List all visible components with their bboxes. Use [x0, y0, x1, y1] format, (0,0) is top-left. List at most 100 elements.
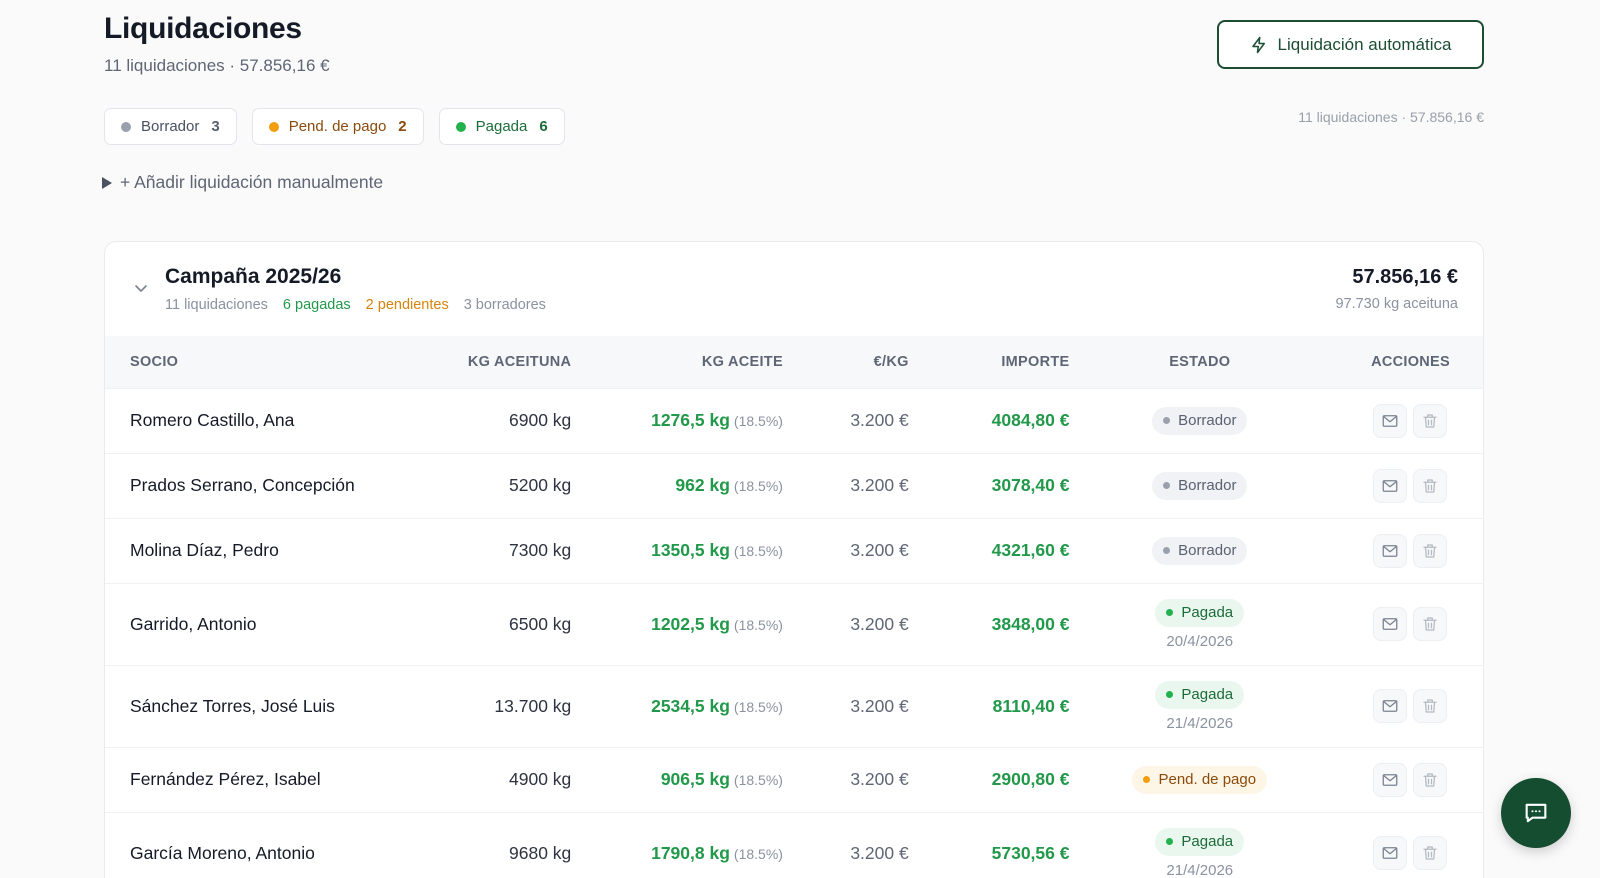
col-importe[interactable]: IMPORTE — [908, 336, 1070, 388]
cell-estado: Pagada 21/4/2026 — [1069, 664, 1331, 747]
yield-percent: (18.5%) — [733, 543, 783, 559]
status-dot — [268, 121, 279, 132]
cell-acciones — [1330, 452, 1483, 518]
triangle-right-icon — [102, 176, 112, 189]
send-email-button[interactable] — [1373, 689, 1407, 723]
mail-icon — [1381, 542, 1399, 560]
cell-estado: Borrador — [1069, 452, 1331, 518]
cell-acciones — [1330, 387, 1483, 453]
auto-settlement-button[interactable]: Liquidación automática — [1217, 20, 1484, 69]
chat-button[interactable] — [1501, 778, 1571, 848]
cell-acciones — [1330, 811, 1483, 878]
cell-kg-aceite: 2534,5 kg (18.5%) — [571, 664, 783, 747]
campaign-header: Campaña 2025/26 11 liquidaciones 6 pagad… — [105, 242, 1483, 336]
campaign-title: Campaña 2025/26 — [165, 265, 342, 288]
status-badge: Borrador — [1152, 406, 1248, 435]
send-email-button[interactable] — [1373, 468, 1407, 503]
cell-kg-aceituna: 4900 kg — [434, 746, 572, 812]
delete-button[interactable] — [1413, 468, 1447, 503]
status-label: Pend. de pago — [1158, 771, 1257, 788]
kg-aceite-value: 906,5 kg — [660, 769, 730, 789]
yield-percent: (18.5%) — [733, 616, 783, 633]
status-label: Borrador — [1178, 412, 1237, 429]
yield-percent: (18.5%) — [733, 698, 783, 715]
cell-eur-kg: 3.200 € — [782, 746, 909, 812]
col-eur-kg[interactable]: €/KG — [782, 336, 909, 388]
send-email-button[interactable] — [1373, 762, 1407, 797]
table-row[interactable]: Prados Serrano, Concepción 5200 kg 962 kg(… — [105, 452, 1483, 518]
cell-socio: García Moreno, Antonio — [105, 811, 435, 878]
page-header: Liquidaciones 11 liquidaciones · 57.856,… — [104, 12, 330, 76]
filter-count: 3 — [211, 118, 220, 135]
delete-button[interactable] — [1413, 533, 1447, 568]
col-kg-aceite[interactable]: KG ACEITE — [571, 336, 783, 388]
filter-label: Borrador — [141, 118, 200, 135]
col-socio[interactable]: SOCIO — [105, 336, 435, 388]
cell-importe: 4084,80 € — [908, 387, 1070, 453]
filter-chip-pagada[interactable]: Pagada 6 — [438, 108, 565, 145]
delete-button[interactable] — [1413, 836, 1447, 871]
table-row[interactable]: García Moreno, Antonio 9680 kg 1790,8 kg (1… — [105, 811, 1483, 878]
col-estado[interactable]: ESTADO — [1069, 336, 1331, 388]
trash-icon — [1421, 844, 1439, 862]
send-email-button[interactable] — [1373, 607, 1407, 641]
status-label: Pagada — [1181, 833, 1234, 851]
cell-kg-aceite: 1790,8 kg (18.5%) — [571, 811, 783, 878]
add-manual-toggle[interactable]: + Añadir liquidación manualmente — [102, 172, 383, 193]
kg-aceite-value: 1276,5 kg — [651, 410, 730, 430]
mail-icon — [1381, 844, 1399, 862]
filter-chip-borrador[interactable]: Borrador 3 — [104, 108, 237, 145]
campaign-amount: 57.856,16 € — [1352, 266, 1458, 288]
table-row[interactable]: Garrido, Antonio 6500 kg 1202,5 kg (18.5%) 3… — [105, 582, 1483, 665]
table-header-row: SOCIO KG ACEITUNA KG ACEITE €/KG IMPORTE… — [105, 336, 1483, 388]
cell-kg-aceite: 1350,5 kg (18.5%) — [571, 517, 783, 583]
send-email-button[interactable] — [1373, 403, 1407, 438]
cell-estado: Pagada 20/4/2026 — [1069, 582, 1331, 665]
cell-kg-aceituna: 7300 kg — [434, 517, 572, 583]
delete-button[interactable] — [1413, 607, 1447, 641]
cell-importe: 4321,60 € — [908, 517, 1070, 583]
status-badge: Pagada — [1155, 680, 1245, 709]
trash-icon — [1421, 412, 1439, 430]
cell-eur-kg: 3.200 € — [782, 452, 909, 518]
stat-drafts: 3 borradores — [463, 297, 546, 313]
cell-eur-kg: 3.200 € — [782, 387, 909, 453]
delete-button[interactable] — [1413, 403, 1447, 438]
status-dot — [121, 121, 131, 132]
cell-kg-aceite: 906,5 kg (18.5%) — [571, 746, 783, 812]
status-badge: Pagada — [1155, 827, 1245, 856]
cell-kg-aceite: 1276,5 kg (18.5%) — [571, 387, 783, 453]
chat-icon — [1525, 803, 1547, 823]
table-row[interactable]: Romero Castillo, Ana 6900 kg 1276,5 kg (18.… — [105, 387, 1483, 453]
table-row[interactable]: Fernández Pérez, Isabel 4900 kg 906,5 kg (1… — [105, 746, 1483, 812]
stat-total: 11 liquidaciones — [165, 297, 268, 313]
trash-icon — [1421, 771, 1439, 789]
cell-socio: Garrido, Antonio — [105, 582, 435, 665]
send-email-button[interactable] — [1373, 533, 1407, 568]
filter-chip-pendiente[interactable]: Pend. de pago 2 — [251, 108, 424, 145]
send-email-button[interactable] — [1373, 836, 1407, 871]
status-dot — [1163, 417, 1171, 424]
col-kg-aceituna[interactable]: KG ACEITUNA — [434, 336, 572, 388]
filter-count: 2 — [398, 118, 407, 135]
status-badge: Pagada — [1155, 598, 1245, 627]
table-row[interactable]: Sánchez Torres, José Luis 13.700 kg 2534,5… — [105, 664, 1483, 747]
campaign-card: Campaña 2025/26 11 liquidaciones 6 pagad… — [104, 241, 1484, 878]
filter-count: 6 — [539, 118, 548, 135]
status-label: Pagada — [1181, 604, 1234, 621]
campaign-kg: 97.730 kg aceituna — [1335, 296, 1458, 312]
delete-button[interactable] — [1413, 762, 1447, 797]
yield-percent: (18.5%) — [733, 478, 783, 494]
status-badge: Borrador — [1152, 536, 1248, 565]
add-manual-label: + Añadir liquidación manualmente — [120, 172, 384, 192]
table-row[interactable]: Molina Díaz, Pedro 7300 kg 1350,5 kg (18.5%… — [105, 517, 1483, 583]
filter-label: Pagada — [475, 118, 528, 135]
yield-percent: (18.5%) — [733, 845, 783, 862]
cell-estado: Borrador — [1069, 387, 1331, 453]
delete-button[interactable] — [1413, 689, 1447, 723]
status-filters: Borrador 3 Pend. de pago 2 Pagada 6 — [104, 108, 565, 145]
filter-label: Pend. de pago — [288, 118, 387, 135]
chevron-down-icon[interactable] — [133, 280, 149, 296]
cell-acciones — [1330, 582, 1483, 665]
cell-acciones — [1330, 517, 1483, 583]
